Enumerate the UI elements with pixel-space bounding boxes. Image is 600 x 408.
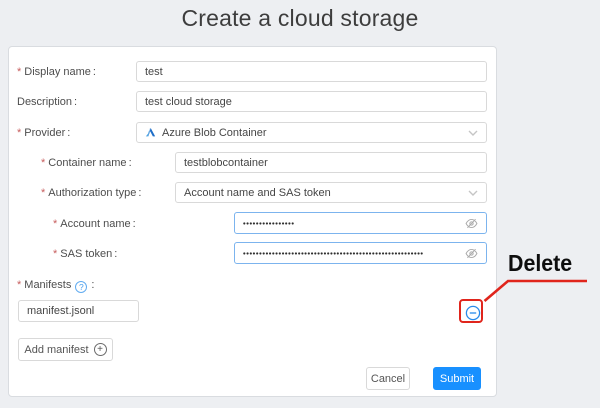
label-colon: : [91,279,94,291]
plus-circle-icon: + [94,343,107,356]
provider-select[interactable]: Azure Blob Container [136,122,487,143]
account-name-input[interactable]: •••••••••••••••• [234,212,487,234]
authorization-type-label: *Authorization type: [41,183,141,203]
question-circle-icon[interactable]: ? [75,281,87,293]
add-manifest-button[interactable]: Add manifest + [18,338,113,361]
label-text: Container name [48,157,126,169]
label-text: Description [17,96,72,108]
required-marker: * [53,248,57,260]
required-marker: * [53,218,57,230]
input-value: manifest.jsonl [27,305,130,317]
submit-button[interactable]: Submit [433,367,481,390]
input-value: test [145,66,478,78]
description-input[interactable]: test cloud storage [136,91,487,112]
label-colon: : [133,218,136,230]
manifests-label: *Manifests?: [17,275,94,295]
description-label: Description: [17,92,77,112]
sas-token-input[interactable]: ••••••••••••••••••••••••••••••••••••••••… [234,242,487,264]
label-text: Display name [24,66,91,78]
delete-annotation-label: Delete [508,250,572,277]
input-value: testblobcontainer [184,157,478,169]
label-colon: : [114,248,117,260]
provider-label: *Provider: [17,123,70,143]
required-marker: * [41,187,45,199]
label-text: Account name [60,218,130,230]
container-name-input[interactable]: testblobcontainer [175,152,487,173]
label-text: Manifests [24,279,71,291]
label-colon: : [67,127,70,139]
authorization-type-select[interactable]: Account name and SAS token [175,182,487,203]
label-colon: : [138,187,141,199]
eye-invisible-icon[interactable] [465,247,478,260]
button-label: Submit [440,373,474,385]
select-value: Azure Blob Container [162,127,462,139]
input-value: test cloud storage [145,96,478,108]
display-name-label: *Display name: [17,62,96,82]
sas-token-label: *SAS token: [53,244,117,264]
label-text: Authorization type [48,187,136,199]
azure-icon [145,127,156,138]
masked-value: ••••••••••••••••••••••••••••••••••••••••… [243,249,459,258]
label-text: Provider [24,127,65,139]
chevron-down-icon [468,190,478,196]
display-name-input[interactable]: test [136,61,487,82]
button-label: Cancel [371,373,405,385]
eye-invisible-icon[interactable] [465,217,478,230]
required-marker: * [17,279,21,291]
label-colon: : [129,157,132,169]
label-colon: : [93,66,96,78]
chevron-down-icon [468,130,478,136]
cancel-button[interactable]: Cancel [366,367,410,390]
masked-value: •••••••••••••••• [243,219,459,228]
minus-circle-icon[interactable] [465,305,481,321]
page-title: Create a cloud storage [0,5,600,32]
select-value: Account name and SAS token [184,187,462,199]
create-cloud-storage-dialog: Create a cloud storage *Display name: te… [0,0,600,408]
label-colon: : [74,96,77,108]
manifest-input[interactable]: manifest.jsonl [18,300,139,322]
account-name-label: *Account name: [53,214,136,234]
form-panel: *Display name: test Description: test cl… [8,46,497,397]
required-marker: * [17,127,21,139]
label-text: SAS token [60,248,112,260]
required-marker: * [17,66,21,78]
button-label: Add manifest [24,344,88,356]
required-marker: * [41,157,45,169]
container-name-label: *Container name: [41,153,132,173]
